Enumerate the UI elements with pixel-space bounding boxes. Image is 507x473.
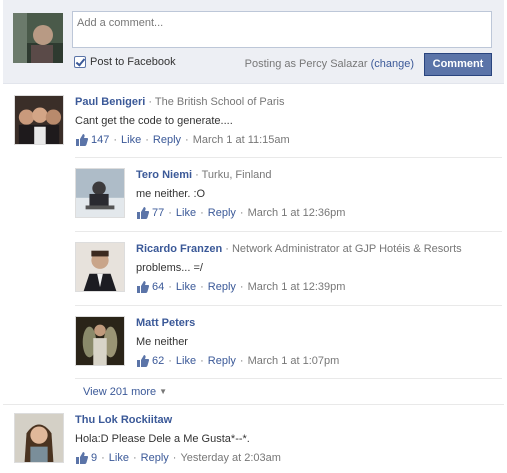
comment-actions: 62 · Like · Reply · March 1 at 1:07pm — [136, 355, 507, 367]
comment-author-subtitle: · Turku, Finland — [195, 169, 272, 181]
commenter-avatar[interactable] — [75, 242, 125, 292]
change-identity-link[interactable]: (change) — [371, 58, 414, 70]
comment-text: me neither. :O — [136, 188, 206, 200]
comment-author[interactable]: Matt Peters — [136, 317, 195, 329]
like-link[interactable]: Like — [176, 207, 196, 219]
like-link[interactable]: Like — [176, 355, 196, 367]
posting-as-prefix: Posting as Percy Salazar — [244, 58, 368, 70]
like-link[interactable]: Like — [109, 452, 129, 464]
commenter-avatar[interactable] — [75, 316, 125, 366]
comment-input[interactable]: Add a comment... — [72, 11, 492, 48]
divider — [75, 157, 502, 158]
thumbs-up-icon — [76, 134, 88, 146]
divider — [3, 404, 504, 405]
like-count[interactable]: 77 — [152, 207, 164, 219]
comment-body: Ricardo Franzen · Network Administrator … — [136, 242, 507, 293]
commenter-avatar[interactable] — [14, 95, 64, 145]
comment-timestamp[interactable]: March 1 at 1:07pm — [248, 355, 340, 367]
comment-timestamp[interactable]: March 1 at 12:36pm — [248, 207, 346, 219]
divider — [75, 231, 502, 232]
comment-author-subtitle: · The British School of Paris — [148, 96, 285, 108]
thumbs-up-icon — [76, 452, 88, 464]
reply-item: Tero Niemi · Turku, Finland me neither. … — [75, 168, 504, 228]
comment-author[interactable]: Tero Niemi — [136, 169, 192, 181]
posting-as-text: Posting as Percy Salazar (change) — [245, 58, 414, 70]
comment-text: Cant get the code to generate.... — [75, 115, 233, 127]
divider — [75, 378, 502, 379]
comment-actions: 77 · Like · Reply · March 1 at 12:36pm — [136, 207, 507, 219]
comment-author[interactable]: Thu Lok Rockiitaw — [75, 414, 172, 426]
post-to-facebook-label: Post to Facebook — [90, 56, 176, 68]
divider — [75, 305, 502, 306]
comment-text: problems... =/ — [136, 262, 203, 274]
like-link[interactable]: Like — [121, 134, 141, 146]
like-count[interactable]: 147 — [91, 134, 109, 146]
comment-text: Hola:D Please Dele a Me Gusta*--*. — [75, 433, 250, 445]
comment-author-subtitle: · Network Administrator at GJP Hotéis & … — [225, 243, 462, 255]
comment-actions: 64 · Like · Reply · March 1 at 12:39pm — [136, 281, 507, 293]
comment-body: Tero Niemi · Turku, Finland me neither. … — [136, 168, 507, 219]
user-avatar — [13, 13, 63, 63]
comment-actions: 147 · Like · Reply · March 1 at 11:15am — [75, 134, 495, 146]
reply-item: Matt Peters Me neither 62 · Like · Reply… — [75, 316, 504, 376]
comment-author[interactable]: Paul Benigeri — [75, 96, 145, 108]
commenter-avatar[interactable] — [14, 413, 64, 463]
reply-link[interactable]: Reply — [153, 134, 181, 146]
reply-item: Ricardo Franzen · Network Administrator … — [75, 242, 504, 302]
commenter-avatar[interactable] — [75, 168, 125, 218]
like-count[interactable]: 64 — [152, 281, 164, 293]
comment-body: Paul Benigeri · The British School of Pa… — [75, 95, 495, 146]
comment-item: Thu Lok Rockiitaw Hola:D Please Dele a M… — [14, 413, 504, 471]
post-to-facebook-checkbox[interactable] — [74, 56, 86, 68]
comment-text: Me neither — [136, 336, 188, 348]
comment-author[interactable]: Ricardo Franzen — [136, 243, 222, 255]
view-more-label[interactable]: View 201 more — [83, 386, 156, 398]
comment-timestamp[interactable]: March 1 at 11:15am — [193, 134, 290, 146]
comment-item: Paul Benigeri · The British School of Pa… — [14, 95, 504, 155]
thumbs-up-icon — [137, 355, 149, 367]
thumbs-up-icon — [137, 207, 149, 219]
reply-link[interactable]: Reply — [208, 355, 236, 367]
comment-body: Thu Lok Rockiitaw Hola:D Please Dele a M… — [75, 413, 495, 464]
comment-composer: Add a comment... Post to Facebook Postin… — [3, 0, 504, 84]
chevron-down-icon: ▼ — [159, 387, 168, 396]
like-count[interactable]: 62 — [152, 355, 164, 367]
view-more-replies-link[interactable]: View 201 more ▼ — [83, 386, 167, 398]
comment-timestamp[interactable]: Yesterday at 2:03am — [180, 452, 281, 464]
comment-body: Matt Peters Me neither 62 · Like · Reply… — [136, 316, 507, 367]
reply-link[interactable]: Reply — [208, 281, 236, 293]
thumbs-up-icon — [137, 281, 149, 293]
comment-timestamp[interactable]: March 1 at 12:39pm — [248, 281, 346, 293]
post-to-facebook-toggle[interactable]: Post to Facebook — [74, 56, 176, 68]
comment-actions: 9 · Like · Reply · Yesterday at 2:03am — [75, 452, 495, 464]
like-link[interactable]: Like — [176, 281, 196, 293]
reply-link[interactable]: Reply — [208, 207, 236, 219]
reply-link[interactable]: Reply — [141, 452, 169, 464]
comment-button[interactable]: Comment — [424, 53, 492, 76]
